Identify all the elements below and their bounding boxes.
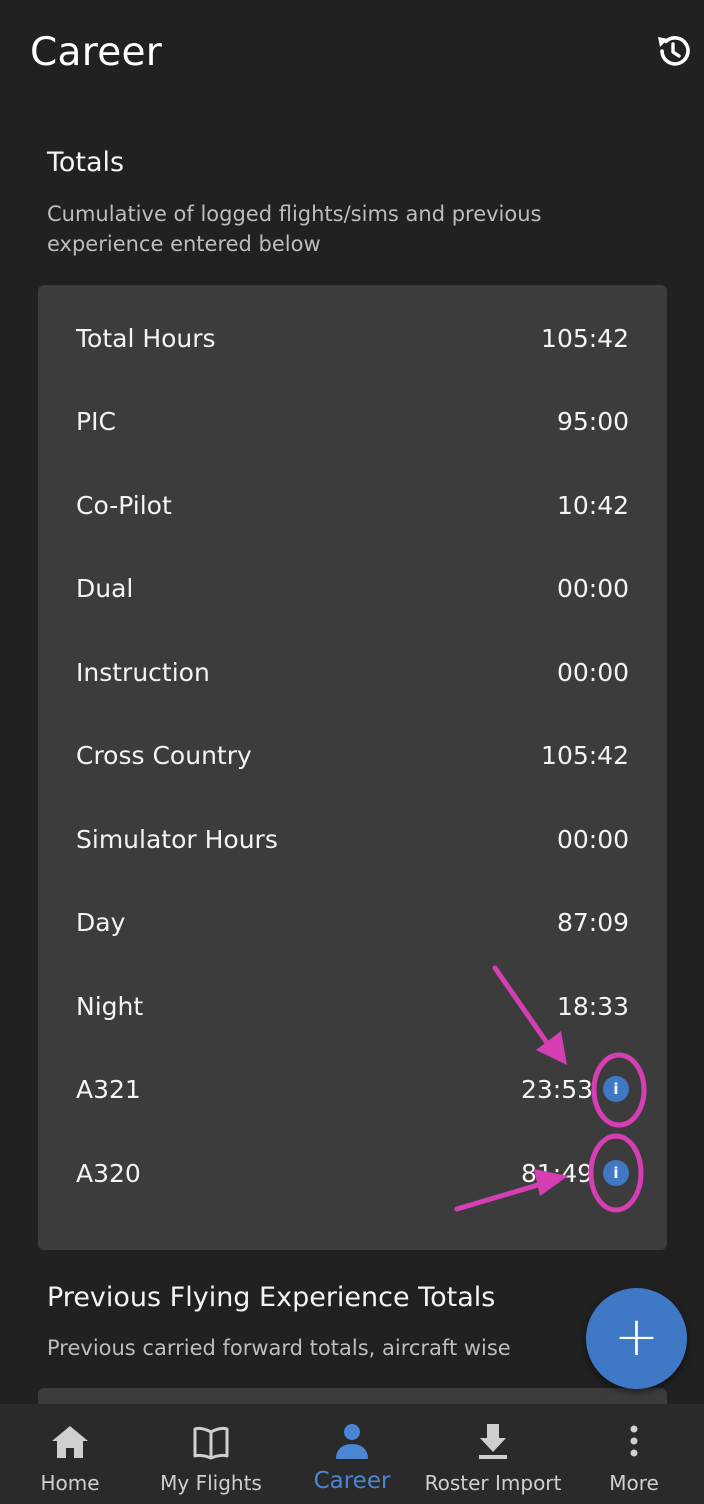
previous-title: Previous Flying Experience Totals xyxy=(47,1282,496,1313)
row-pic: PIC 95:00 xyxy=(38,393,667,453)
nav-item-roster-import[interactable]: Roster Import xyxy=(422,1404,564,1504)
page-title: Career xyxy=(30,30,163,75)
nav-item-more[interactable]: More xyxy=(564,1404,704,1504)
row-value: 00:00 xyxy=(556,658,629,687)
row-day: Day 87:09 xyxy=(38,894,667,954)
row-cross-country: Cross Country 105:42 xyxy=(38,727,667,787)
nav-label: Career xyxy=(313,1468,391,1494)
history-icon[interactable] xyxy=(652,31,692,71)
row-label: Cross Country xyxy=(76,741,252,770)
download-icon xyxy=(479,1424,507,1459)
row-label: Night xyxy=(76,992,144,1021)
row-label: Instruction xyxy=(76,658,210,687)
bottom-nav: Home My Flights Career Roster Import Mor… xyxy=(0,1404,704,1504)
home-icon xyxy=(52,1426,88,1458)
book-icon xyxy=(193,1426,229,1460)
row-dual: Dual 00:00 xyxy=(38,560,667,620)
row-simulator-hours: Simulator Hours 00:00 xyxy=(38,811,667,871)
row-value: 105:42 xyxy=(541,741,629,770)
info-icon[interactable]: i xyxy=(603,1076,629,1102)
row-value: 18:33 xyxy=(556,992,629,1021)
person-icon xyxy=(336,1424,368,1459)
app-bar: Career xyxy=(0,0,704,110)
nav-label: Roster Import xyxy=(424,1471,562,1495)
row-value: 95:00 xyxy=(556,407,629,436)
row-label: Simulator Hours xyxy=(76,825,278,854)
nav-item-home[interactable]: Home xyxy=(0,1404,140,1504)
row-label: Co-Pilot xyxy=(76,491,172,520)
info-icon[interactable]: i xyxy=(603,1160,629,1186)
totals-title: Totals xyxy=(47,147,125,178)
row-label: Dual xyxy=(76,574,134,603)
row-co-pilot: Co-Pilot 10:42 xyxy=(38,477,667,537)
nav-label: My Flights xyxy=(160,1471,262,1495)
row-label: PIC xyxy=(76,407,116,436)
row-value: 00:00 xyxy=(556,574,629,603)
row-value: 105:42 xyxy=(541,324,629,353)
row-instruction: Instruction 00:00 xyxy=(38,644,667,704)
plus-icon: + xyxy=(613,1305,660,1368)
totals-subtitle: Cumulative of logged flights/sims and pr… xyxy=(47,202,542,256)
more-vertical-icon xyxy=(630,1425,638,1457)
row-label: Total Hours xyxy=(76,324,216,353)
row-a321: A321 23:53 i xyxy=(38,1061,667,1121)
totals-card: Total Hours 105:42 PIC 95:00 Co-Pilot 10… xyxy=(38,285,667,1250)
nav-item-career[interactable]: Career xyxy=(282,1404,422,1504)
nav-label: Home xyxy=(40,1471,100,1495)
add-button[interactable]: + xyxy=(586,1288,687,1389)
row-label: A321 xyxy=(76,1075,141,1104)
row-a320: A320 81:49 i xyxy=(38,1145,667,1205)
nav-label: More xyxy=(609,1471,659,1495)
row-label: Day xyxy=(76,908,126,937)
nav-item-my-flights[interactable]: My Flights xyxy=(140,1404,282,1504)
row-value: 81:49 xyxy=(520,1159,593,1188)
row-value: 23:53 xyxy=(520,1075,593,1104)
row-value: 87:09 xyxy=(556,908,629,937)
row-total-hours: Total Hours 105:42 xyxy=(38,310,667,370)
row-label: A320 xyxy=(76,1159,141,1188)
row-value: 10:42 xyxy=(556,491,629,520)
previous-subtitle: Previous carried forward totals, aircraf… xyxy=(47,1336,511,1360)
row-value: 00:00 xyxy=(556,825,629,854)
row-night: Night 18:33 xyxy=(38,978,667,1038)
